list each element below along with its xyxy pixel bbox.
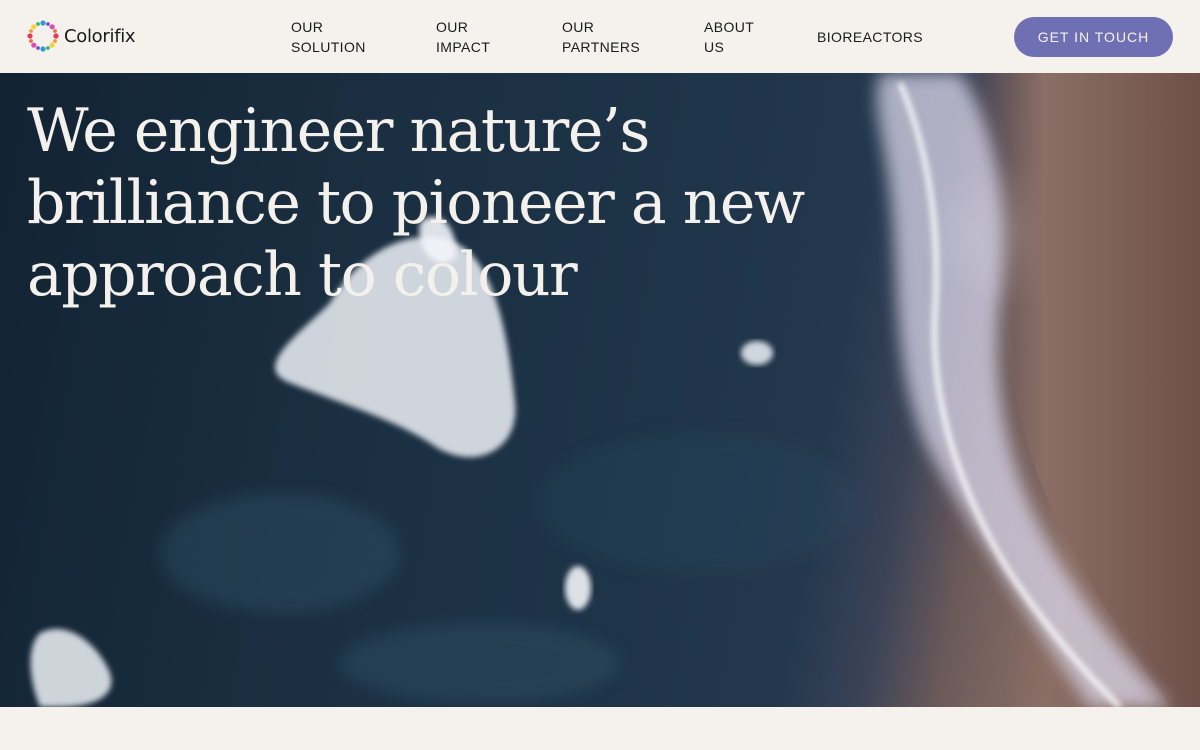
hero-section: We engineer nature’s brilliance to pione… [0, 73, 1200, 707]
nav-our-partners[interactable]: OUR PARTNERS [562, 17, 652, 57]
logo-dot [40, 46, 46, 52]
nav-our-impact[interactable]: OUR IMPACT [436, 17, 516, 57]
nav-our-solution[interactable]: OUR SOLUTION [291, 17, 381, 57]
logo-dot [29, 29, 33, 33]
logo-dot [31, 42, 37, 48]
logo-dot [46, 22, 50, 26]
brand-name: Colorifix [64, 25, 136, 47]
site-header: Colorifix OUR SOLUTION OUR IMPACT OUR PA… [0, 0, 1200, 73]
logo-dot [53, 33, 59, 39]
logo-link[interactable]: Colorifix [26, 19, 146, 53]
logo-dot [36, 22, 40, 26]
logo-dot [53, 29, 57, 33]
nav-about-us[interactable]: ABOUT US [704, 17, 774, 57]
section-divider [0, 707, 1200, 750]
logo-dot [49, 42, 55, 48]
logo-dot [36, 46, 40, 50]
dotted-ring-logo-icon [27, 20, 59, 52]
hero-headline: We engineer nature’s brilliance to pione… [27, 96, 805, 310]
logo-dot [29, 39, 33, 43]
logo-dot [49, 24, 55, 30]
logo-dot [53, 39, 57, 43]
logo-dot [27, 33, 33, 39]
logo-dot [40, 20, 46, 26]
nav-bioreactors[interactable]: BIOREACTORS [817, 27, 927, 47]
logo-dot [31, 24, 37, 30]
logo-dot [46, 46, 50, 50]
get-in-touch-button[interactable]: GET IN TOUCH [1014, 17, 1173, 57]
